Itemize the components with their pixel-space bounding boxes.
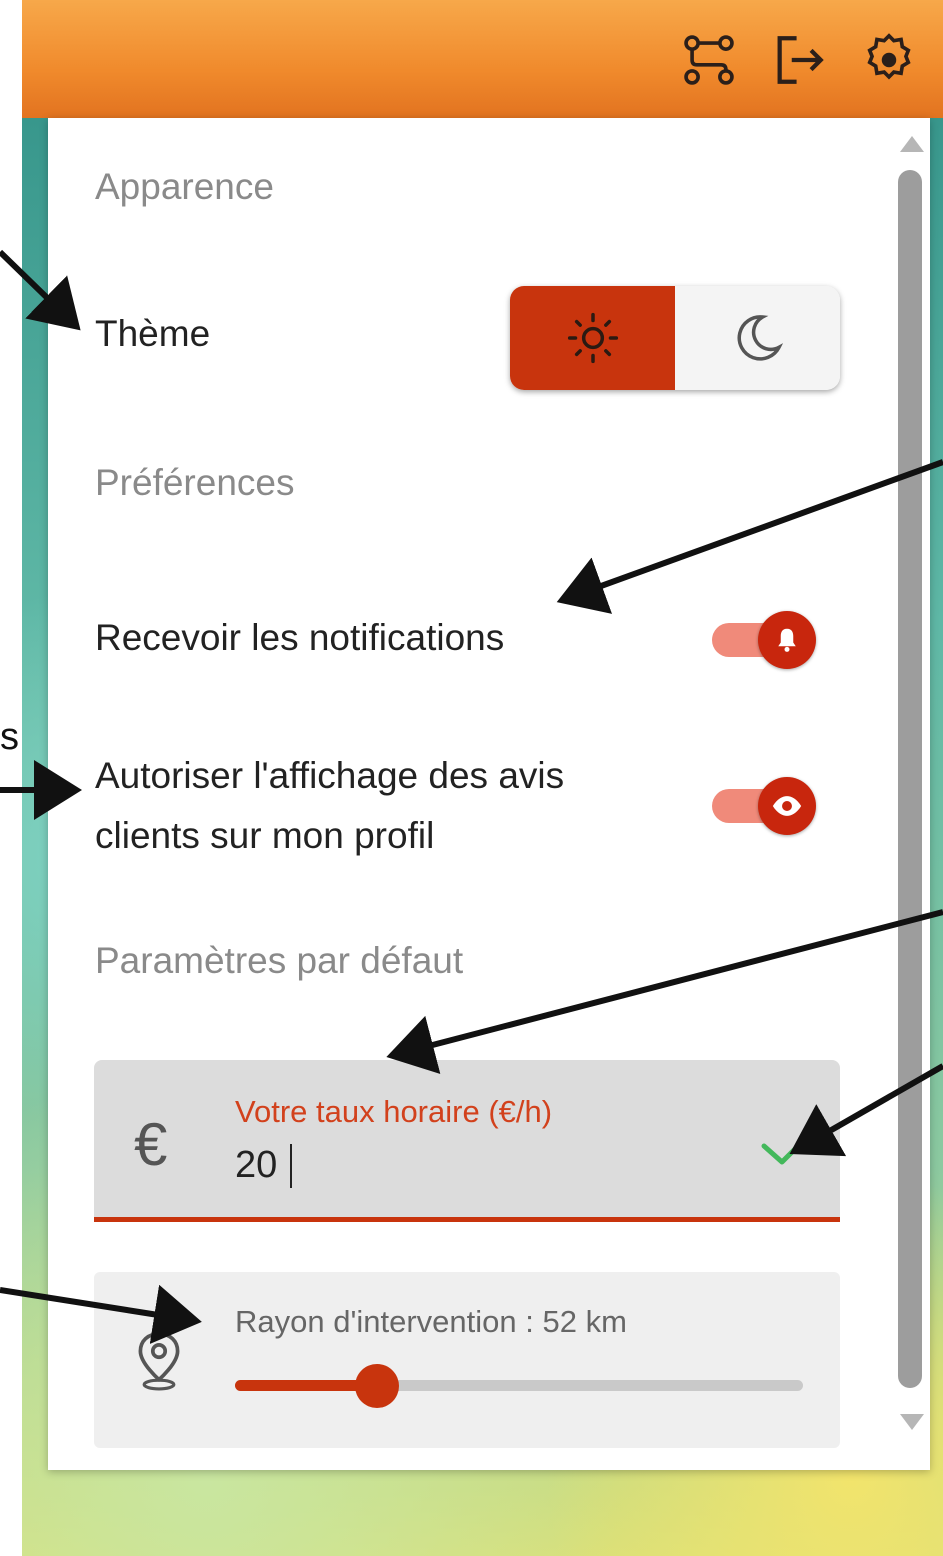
theme-option-light[interactable] <box>510 286 675 390</box>
theme-label: Thème <box>95 313 211 354</box>
section-title-defaults: Paramètres par défaut <box>95 940 464 981</box>
bell-icon <box>778 628 796 652</box>
sun-icon <box>567 312 618 364</box>
section-title-appearance: Apparence <box>95 166 274 207</box>
logout-icon <box>777 36 824 84</box>
radius-slider[interactable] <box>235 1364 803 1408</box>
workflow-button[interactable] <box>677 28 741 92</box>
text-caret <box>290 1144 292 1188</box>
theme-option-dark[interactable] <box>675 286 840 390</box>
check-icon <box>760 1120 822 1173</box>
hourly-rate-input[interactable]: 20 <box>235 1144 277 1187</box>
reviews-label-line1: Autoriser l'affichage des avis <box>95 755 565 796</box>
annotation-partial-text: s <box>0 716 19 758</box>
field-underline <box>94 1217 840 1222</box>
radius-setting: Rayon d'intervention : 52 km <box>94 1272 840 1448</box>
gear-icon <box>867 33 911 80</box>
radius-label: Rayon d'intervention : 52 km <box>235 1304 627 1339</box>
moon-icon <box>737 315 783 361</box>
switch-knob <box>758 777 816 835</box>
reviews-label: Autoriser l'affichage des avis clients s… <box>95 746 564 866</box>
scroll-up-arrow[interactable] <box>900 136 924 152</box>
reviews-label-line2: clients sur mon profil <box>95 815 435 856</box>
settings-button[interactable] <box>857 28 921 92</box>
location-pin-icon <box>134 1330 184 1397</box>
theme-toggle[interactable] <box>510 286 840 390</box>
notifications-switch[interactable] <box>708 609 816 669</box>
settings-panel: Apparence Thème Préférences Recevoir les… <box>48 118 930 1470</box>
hourly-rate-label: Votre taux horaire (€/h) <box>235 1094 553 1129</box>
top-bar-actions <box>677 28 921 92</box>
notifications-label: Recevoir les notifications <box>95 617 505 658</box>
logout-button[interactable] <box>767 28 831 92</box>
euro-icon: € <box>134 1111 168 1178</box>
reviews-switch[interactable] <box>708 775 816 835</box>
switch-knob <box>758 611 816 669</box>
scroll-down-arrow[interactable] <box>900 1414 924 1430</box>
top-bar <box>22 0 943 118</box>
hourly-rate-field[interactable]: € Votre taux horaire (€/h) 20 <box>94 1060 840 1222</box>
eye-icon <box>772 796 802 816</box>
slider-thumb[interactable] <box>355 1364 399 1408</box>
workflow-icon <box>684 35 734 85</box>
section-title-preferences: Préférences <box>95 462 295 503</box>
scrollbar-thumb[interactable] <box>898 170 922 1388</box>
